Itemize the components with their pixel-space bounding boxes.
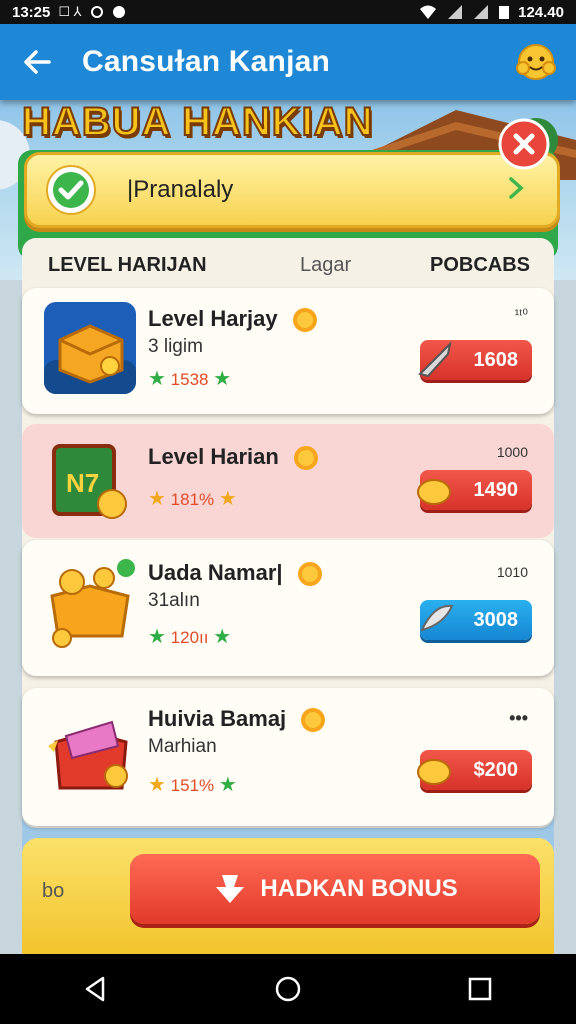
signal-icon-2	[474, 5, 489, 19]
bonus-button[interactable]: HADKAN BONUS	[130, 854, 540, 924]
star-icon: ★	[213, 368, 232, 390]
price-label: 1608	[473, 348, 519, 371]
star-icon: ★	[213, 626, 232, 648]
header-level: LEVEL HARIJAN	[48, 254, 207, 276]
back-arrow-icon[interactable]	[22, 47, 52, 77]
right-edge	[554, 280, 576, 960]
item-subtitle: 3 ligim	[148, 336, 203, 357]
nav-home-icon[interactable]	[273, 974, 303, 1004]
arrow-down-icon	[216, 875, 245, 903]
list-item[interactable]: N7 Level Harian ★ 181% ★ 1000 1490	[22, 424, 554, 538]
signal-icon	[448, 5, 463, 19]
svg-text:N7: N7	[66, 468, 99, 498]
star-icon: ★	[148, 774, 166, 796]
notification-icons: ☐ ⅄	[58, 4, 82, 19]
star-icon: ★	[218, 774, 237, 796]
page-title: Cansuɫan Kanjan	[82, 45, 331, 78]
star-icon: ★	[148, 368, 166, 390]
header-lagar: Lagar	[300, 254, 352, 276]
coin-stack-icon	[417, 759, 451, 785]
nav-back-icon[interactable]	[81, 974, 111, 1004]
left-edge	[0, 280, 22, 960]
coin-stack-icon	[417, 479, 451, 505]
header-pobcabs: POBCABS	[429, 254, 530, 276]
status-clock-right: 124.40	[518, 3, 564, 21]
price-label: 3008	[473, 608, 519, 631]
coin-icon	[293, 446, 318, 471]
coin-icon	[301, 708, 326, 733]
item-rating: 120ıı	[170, 628, 209, 647]
close-icon[interactable]	[498, 118, 550, 170]
status-icons: ☐ ⅄	[58, 4, 125, 20]
more-options[interactable]: •••	[509, 708, 528, 729]
chevron-right-icon[interactable]	[505, 175, 527, 201]
item-qty: ¹ᵗ⁰	[514, 306, 528, 322]
status-time: 13:25	[12, 3, 51, 21]
coin-icon	[292, 308, 317, 333]
list-item[interactable]: Level Harjay 3 ligim ★ 1538 ★ ¹ᵗ⁰ 1608	[22, 288, 554, 414]
list-item[interactable]: Huivia Bamaj Marhian ★ 151% ★ ••• $200	[22, 688, 554, 826]
star-icon: ★	[148, 488, 166, 510]
item-name: Level Harian	[148, 444, 279, 469]
item-subtitle: 31alın	[148, 590, 200, 611]
buy-button[interactable]: 1490	[417, 470, 532, 510]
system-nav-bar	[0, 954, 576, 1024]
item-rating: 181%	[170, 490, 215, 509]
check-icon	[46, 165, 96, 215]
bottom-left-label: bo	[42, 880, 65, 902]
price-label: 1490	[473, 478, 519, 501]
settings-icon	[90, 6, 103, 18]
nav-recents-icon[interactable]	[465, 974, 495, 1004]
status-bar: 13:25 ☐ ⅄ 124.40	[0, 0, 576, 24]
banner-title: HABUA HANKIAN	[21, 99, 374, 145]
buy-button[interactable]: 1608	[418, 340, 532, 380]
item-rating: 1538	[170, 370, 209, 389]
sword-icon	[418, 340, 452, 378]
search-input[interactable]: |Pranalaly	[127, 176, 233, 204]
battery-icon	[499, 6, 510, 19]
wifi-icon	[420, 5, 437, 19]
price-label: $200	[473, 758, 519, 781]
mascot-avatar-icon[interactable]	[514, 40, 558, 84]
bottom-bar: bo HADKAN BONUS	[22, 838, 554, 954]
star-icon: ★	[218, 488, 237, 510]
table-header: LEVEL HARIJAN Lagar POBCABS	[22, 238, 554, 288]
item-subtitle: Marhian	[148, 736, 217, 757]
search-bar[interactable]: |Pranalaly	[24, 152, 560, 228]
item-name: Level Harjay	[148, 306, 278, 331]
cash-box-icon: N7	[52, 444, 127, 519]
gift-box-icon	[48, 720, 128, 790]
gold-chest-icon	[44, 302, 136, 394]
status-right: 124.40	[418, 0, 564, 24]
item-qty: 1010	[496, 564, 528, 580]
coin-box-icon	[50, 559, 135, 648]
item-name: Huivia Bamaj	[148, 706, 287, 731]
list-item[interactable]: Uada Namar| 31alın ★ 120ıı ★ 1010 3008	[22, 540, 554, 676]
bonus-button-label: HADKAN BONUS	[260, 875, 458, 902]
buy-button[interactable]: $200	[417, 750, 532, 790]
buy-button[interactable]: 3008	[420, 600, 532, 640]
item-rating: 151%	[170, 776, 215, 795]
item-qty: 1000	[496, 444, 528, 460]
item-name: Uada Namar|	[148, 560, 283, 585]
app-bar: Cansuɫan Kanjan	[0, 24, 576, 100]
coin-icon	[297, 562, 322, 587]
dot-icon	[112, 6, 125, 18]
star-icon: ★	[148, 626, 166, 648]
feather-icon	[420, 604, 454, 632]
